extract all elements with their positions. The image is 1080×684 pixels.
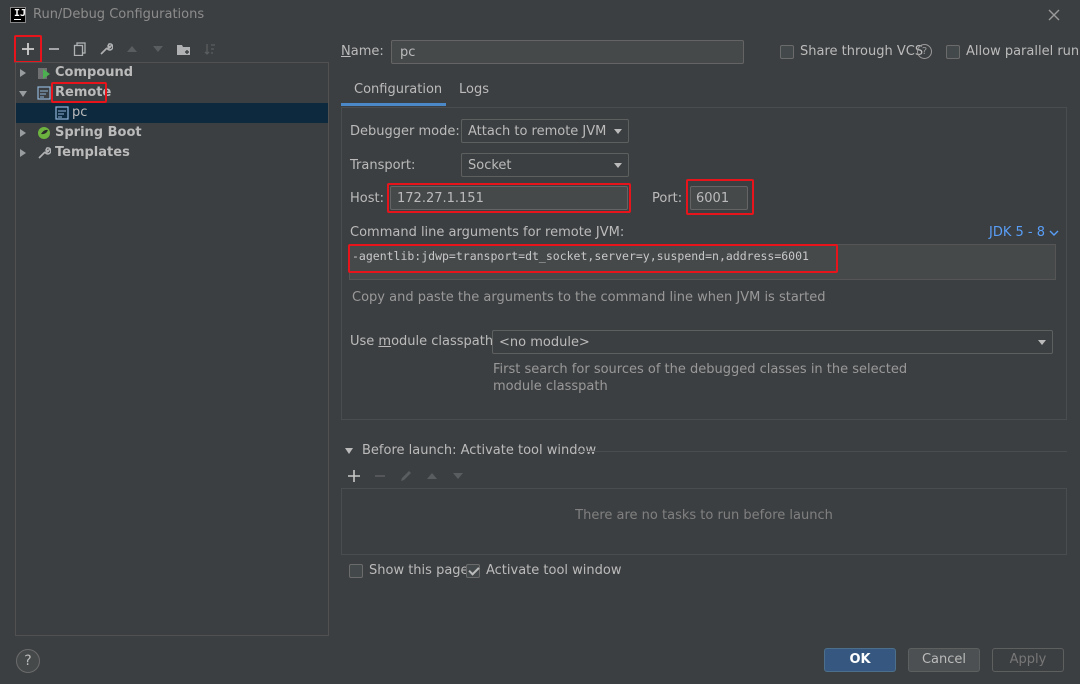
tab-label: Logs (459, 82, 489, 97)
close-icon[interactable] (1046, 7, 1062, 23)
cancel-button[interactable]: Cancel (908, 648, 980, 672)
cmd-args-hint: Copy and paste the arguments to the comm… (352, 290, 826, 305)
cmd-args-field[interactable]: -agentlib:jdwp=transport=dt_socket,serve… (349, 244, 1056, 280)
tree-item-remote[interactable]: Remote (16, 83, 328, 103)
show-page-label: Show this page (369, 563, 469, 578)
wrench-icon[interactable] (97, 40, 115, 58)
move-up-icon (123, 40, 141, 58)
tab-underline (341, 103, 446, 106)
tree-item-label: Compound (55, 65, 134, 80)
module-hint-line1: First search for sources of the debugged… (493, 362, 908, 377)
wrench-icon (37, 146, 52, 160)
apply-button: Apply (992, 648, 1064, 672)
ok-button-label: OK (849, 652, 871, 667)
edit-icon (399, 469, 413, 483)
chevron-right-icon[interactable] (20, 149, 26, 157)
tree-item-pc[interactable]: pc (16, 103, 328, 123)
transport-select[interactable]: Socket (461, 153, 629, 177)
chevron-down-icon (345, 448, 353, 454)
port-field[interactable]: 6001 (690, 186, 748, 210)
before-launch-toggle[interactable]: Before launch: Activate tool window (343, 443, 596, 461)
name-label: Name: (341, 44, 384, 59)
apply-button-label: Apply (1009, 652, 1047, 667)
tree-item-label: Remote (55, 85, 112, 100)
share-vcs-label: Share through VCS (800, 44, 924, 59)
remove-icon (373, 469, 387, 483)
tree-item-templates[interactable]: Templates (16, 143, 328, 163)
help-icon[interactable]: ? (16, 649, 40, 673)
intellij-icon: IJ (10, 7, 26, 23)
chevron-down-icon (614, 129, 622, 134)
chevron-down-icon (1038, 340, 1046, 345)
allow-parallel-label: Allow parallel run (966, 44, 1080, 59)
tree-item-label: Templates (55, 145, 130, 160)
move-up-icon (425, 469, 439, 483)
share-vcs-checkbox[interactable] (780, 45, 794, 59)
port-label: Port: (652, 191, 683, 206)
remote-config-icon (55, 106, 69, 120)
tab-logs[interactable]: Logs (450, 76, 500, 106)
cancel-button-label: Cancel (921, 652, 967, 667)
tab-configuration[interactable]: Configuration (341, 76, 446, 106)
cmd-args-value: -agentlib:jdwp=transport=dt_socket,serve… (352, 249, 809, 263)
compound-icon (37, 66, 51, 80)
chevron-right-icon[interactable] (20, 69, 26, 77)
window-title: Run/Debug Configurations (33, 7, 205, 22)
tree-item-label: Spring Boot (55, 125, 142, 140)
title-bar: IJ Run/Debug Configurations (0, 0, 1080, 30)
before-launch-title: Before launch: Activate tool window (362, 443, 597, 458)
jdk-version-link[interactable]: JDK 5 - 8 (989, 225, 1059, 240)
name-field[interactable]: pc (391, 40, 744, 64)
move-down-icon (451, 469, 465, 483)
port-value: 6001 (696, 191, 730, 206)
before-launch-empty-text: There are no tasks to run before launch (575, 508, 833, 523)
help-icon[interactable]: ? (917, 44, 932, 59)
transport-value: Socket (468, 158, 512, 173)
chevron-right-icon[interactable] (20, 129, 26, 137)
activate-tool-window-label: Activate tool window (486, 563, 622, 578)
activate-tool-window-checkbox[interactable] (466, 564, 480, 578)
chevron-down-icon (1049, 230, 1059, 236)
remote-icon (37, 86, 51, 100)
chevron-down-icon (614, 163, 622, 168)
module-classpath-value: <no module> (499, 335, 590, 350)
before-launch-divider (576, 451, 1067, 452)
add-icon[interactable] (19, 40, 37, 58)
chevron-down-icon[interactable] (19, 91, 27, 97)
sort-icon (201, 40, 219, 58)
remove-icon[interactable] (45, 40, 63, 58)
copy-icon[interactable] (71, 40, 89, 58)
module-classpath-select[interactable]: <no module> (492, 330, 1053, 354)
tree-item-label: pc (72, 105, 88, 120)
module-classpath-label: Use module classpath: (350, 334, 498, 349)
tree-item-spring-boot[interactable]: Spring Boot (16, 123, 328, 143)
tab-label: Configuration (354, 82, 443, 97)
new-folder-icon[interactable] (175, 40, 193, 58)
transport-label: Transport: (350, 158, 416, 173)
debugger-mode-value: Attach to remote JVM (468, 124, 607, 139)
before-launch-list: There are no tasks to run before launch (341, 488, 1067, 555)
move-down-icon (149, 40, 167, 58)
module-hint-line2: module classpath (493, 379, 608, 394)
allow-parallel-checkbox[interactable] (946, 45, 960, 59)
show-page-checkbox[interactable] (349, 564, 363, 578)
debugger-mode-select[interactable]: Attach to remote JVM (461, 119, 629, 143)
debugger-mode-label: Debugger mode: (350, 124, 460, 139)
spring-boot-icon (37, 126, 51, 140)
host-field[interactable]: 172.27.1.151 (390, 186, 628, 210)
cmd-args-label: Command line arguments for remote JVM: (350, 225, 625, 240)
tree-item-compound[interactable]: Compound (16, 63, 328, 83)
jdk-version-text: JDK 5 - 8 (989, 225, 1045, 240)
ok-button[interactable]: OK (824, 648, 896, 672)
add-icon[interactable] (347, 469, 361, 483)
host-value: 172.27.1.151 (397, 191, 484, 206)
host-label: Host: (350, 191, 384, 206)
name-value: pc (400, 45, 416, 60)
